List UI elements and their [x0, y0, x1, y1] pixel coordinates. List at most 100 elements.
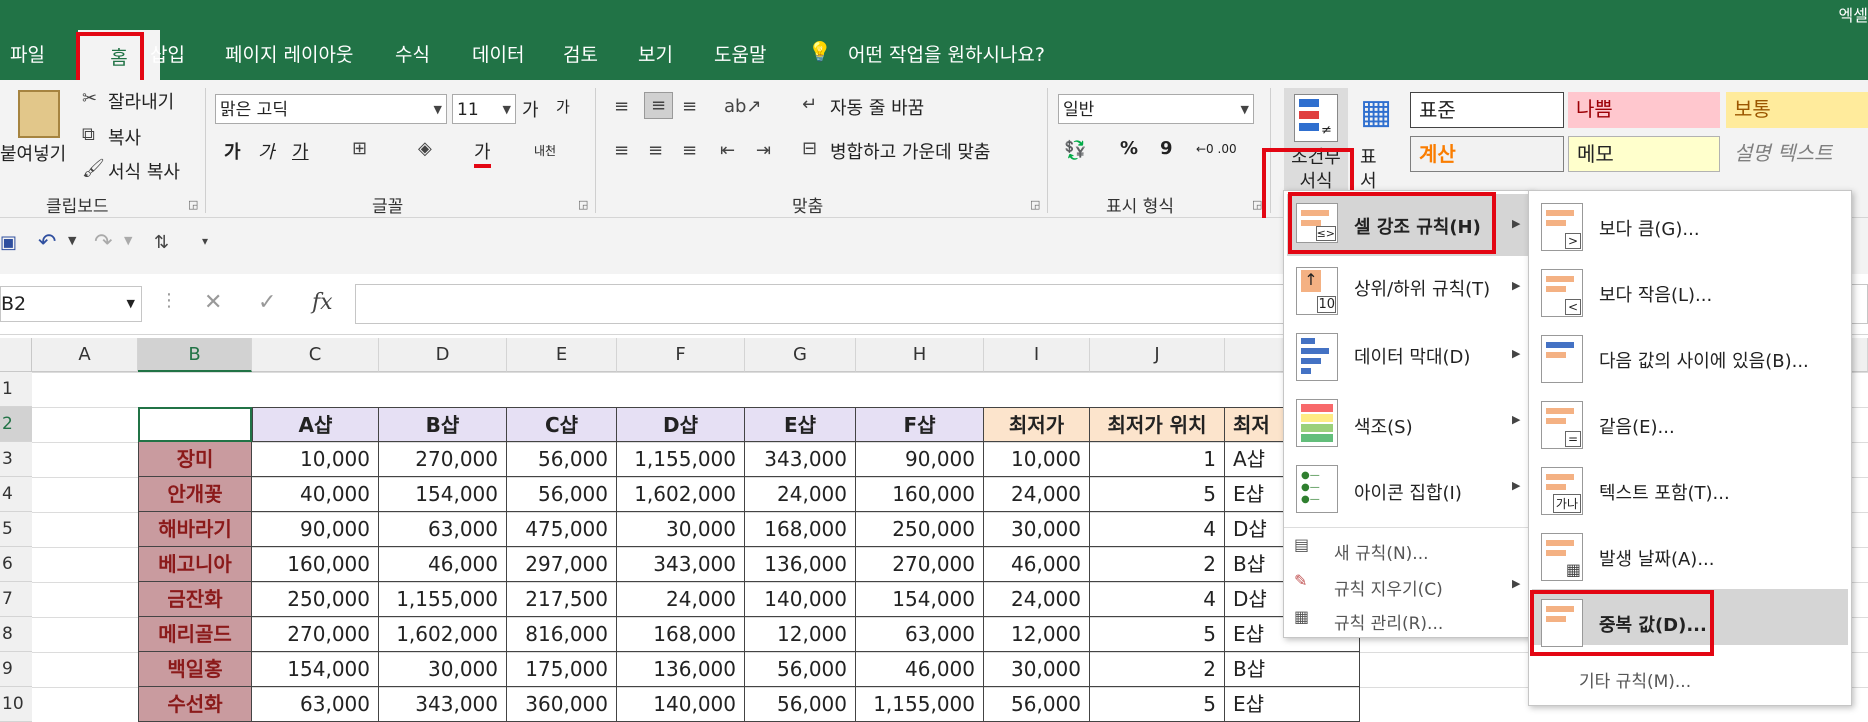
wrap-text-button[interactable]: 자동 줄 바꿈: [830, 94, 924, 120]
price-cell[interactable]: 56,000: [745, 687, 856, 722]
paste-button[interactable]: 붙여넣기: [0, 140, 66, 166]
price-cell[interactable]: 2: [1090, 547, 1225, 582]
flower-name-cell[interactable]: 장미: [138, 442, 252, 477]
menu-item-icon-sets[interactable]: ●— ●— ●— 아이콘 집합(I) ▶: [1284, 463, 1532, 521]
price-cell[interactable]: 1,155,000: [856, 687, 984, 722]
column-header-c[interactable]: C: [252, 338, 379, 372]
price-cell[interactable]: 343,000: [379, 687, 507, 722]
submenu-item-equal-to[interactable]: = 같음(E)...: [1529, 399, 1851, 455]
column-header-i[interactable]: I: [984, 338, 1090, 372]
italic-button[interactable]: 가: [258, 138, 275, 164]
price-cell[interactable]: 30,000: [617, 512, 745, 547]
tab-formulas[interactable]: 수식: [395, 40, 430, 67]
price-cell[interactable]: 4: [1090, 582, 1225, 617]
price-cell[interactable]: 154,000: [379, 477, 507, 512]
price-cell[interactable]: 1,602,000: [617, 477, 745, 512]
price-cell[interactable]: 4: [1090, 512, 1225, 547]
price-cell[interactable]: 24,000: [617, 582, 745, 617]
alignment-launcher-icon[interactable]: ◲: [1030, 198, 1040, 211]
price-cell[interactable]: 154,000: [856, 582, 984, 617]
price-cell[interactable]: 63,000: [856, 617, 984, 652]
column-header-h[interactable]: H: [856, 338, 984, 372]
flower-name-cell[interactable]: 금잔화: [138, 582, 252, 617]
price-cell[interactable]: 10,000: [984, 442, 1090, 477]
menu-item-new-rule[interactable]: ▤ 새 규칙(N)...: [1284, 535, 1532, 567]
column-header-b[interactable]: B: [138, 338, 252, 372]
font-launcher-icon[interactable]: ◲: [578, 198, 588, 211]
column-header-d[interactable]: D: [379, 338, 507, 372]
price-cell[interactable]: 24,000: [745, 477, 856, 512]
table-header-cell[interactable]: D샵: [617, 407, 745, 442]
menu-item-top-bottom[interactable]: ↑ 10 상위/하위 규칙(T) ▶: [1284, 263, 1532, 321]
price-cell[interactable]: 63,000: [379, 512, 507, 547]
submenu-item-more-rules[interactable]: 기타 규칙(M)...: [1529, 663, 1851, 695]
price-cell[interactable]: 175,000: [507, 652, 617, 687]
copy-button[interactable]: 복사: [108, 124, 141, 150]
price-cell[interactable]: 270,000: [379, 442, 507, 477]
price-cell[interactable]: 12,000: [745, 617, 856, 652]
insert-function-icon[interactable]: fx: [312, 290, 333, 315]
price-cell[interactable]: 2: [1090, 652, 1225, 687]
price-cell[interactable]: 24,000: [984, 582, 1090, 617]
row-header-6[interactable]: 6: [0, 547, 32, 582]
flower-name-cell[interactable]: 해바라기: [138, 512, 252, 547]
save-icon[interactable]: ▣: [0, 232, 17, 253]
flower-name-cell[interactable]: 백일홍: [138, 652, 252, 687]
price-cell[interactable]: 160,000: [856, 477, 984, 512]
price-cell[interactable]: 160,000: [252, 547, 379, 582]
price-cell[interactable]: 136,000: [617, 652, 745, 687]
price-cell[interactable]: B샵: [1225, 652, 1360, 687]
undo-icon[interactable]: ↶: [38, 230, 56, 255]
redo-icon[interactable]: ↷: [94, 230, 112, 255]
align-center-icon[interactable]: ≡: [648, 140, 663, 161]
align-left-icon[interactable]: ≡: [614, 140, 629, 161]
increase-indent-icon[interactable]: ⇥: [756, 140, 771, 161]
menu-item-manage-rules[interactable]: ▦ 규칙 관리(R)...: [1284, 607, 1532, 639]
price-cell[interactable]: E샵: [1225, 687, 1360, 722]
cut-button[interactable]: 잘라내기: [108, 88, 174, 114]
row-header-4[interactable]: 4: [0, 477, 32, 512]
format-painter-button[interactable]: 서식 복사: [108, 158, 180, 184]
price-cell[interactable]: 1,602,000: [379, 617, 507, 652]
menu-item-data-bars[interactable]: 데이터 막대(D) ▶: [1284, 331, 1532, 389]
tell-me-search[interactable]: 어떤 작업을 원하시나요?: [848, 40, 1045, 67]
price-cell[interactable]: 168,000: [617, 617, 745, 652]
submenu-item-less-than[interactable]: < 보다 작음(L)...: [1529, 267, 1851, 323]
table-header-cell[interactable]: A샵: [252, 407, 379, 442]
price-cell[interactable]: 63,000: [252, 687, 379, 722]
orientation-icon[interactable]: ab↗: [724, 96, 762, 117]
price-cell[interactable]: 1: [1090, 442, 1225, 477]
chevron-down-icon[interactable]: ▼: [68, 234, 76, 247]
merge-center-button[interactable]: 병합하고 가운데 맞춤: [830, 138, 990, 164]
tab-insert[interactable]: 삽입: [150, 40, 185, 67]
price-cell[interactable]: 40,000: [252, 477, 379, 512]
submenu-item-text-contains[interactable]: 가나 텍스트 포함(T)...: [1529, 465, 1851, 521]
price-cell[interactable]: 24,000: [984, 477, 1090, 512]
price-cell[interactable]: 343,000: [617, 547, 745, 582]
select-all-corner[interactable]: [0, 338, 32, 372]
price-cell[interactable]: 56,000: [507, 477, 617, 512]
price-cell[interactable]: 30,000: [984, 512, 1090, 547]
align-bottom-icon[interactable]: ≡: [682, 96, 697, 117]
style-explanatory[interactable]: 설명 텍스트: [1726, 136, 1868, 172]
price-cell[interactable]: 140,000: [745, 582, 856, 617]
number-format-combo[interactable]: 일반 ▼: [1058, 94, 1254, 124]
grow-font-button[interactable]: 가: [522, 96, 539, 122]
style-normal[interactable]: 표준: [1410, 92, 1564, 128]
style-calculation[interactable]: 계산: [1410, 136, 1564, 172]
price-cell[interactable]: 5: [1090, 617, 1225, 652]
chevron-down-icon[interactable]: ▼: [124, 234, 132, 247]
flower-name-cell[interactable]: 수선화: [138, 687, 252, 722]
price-cell[interactable]: 217,500: [507, 582, 617, 617]
price-cell[interactable]: 1,155,000: [617, 442, 745, 477]
tab-data[interactable]: 데이터: [472, 40, 524, 67]
row-header-3[interactable]: 3: [0, 442, 32, 477]
submenu-item-greater-than[interactable]: > 보다 큼(G)...: [1529, 201, 1851, 257]
price-cell[interactable]: 168,000: [745, 512, 856, 547]
tab-page-layout[interactable]: 페이지 레이아웃: [225, 40, 353, 67]
clipboard-launcher-icon[interactable]: ◲: [188, 198, 198, 211]
submenu-item-date-occurring[interactable]: ▦ 발생 날짜(A)...: [1529, 531, 1851, 587]
price-cell[interactable]: 816,000: [507, 617, 617, 652]
selected-cell-b2[interactable]: [138, 407, 252, 442]
column-header-g[interactable]: G: [745, 338, 856, 372]
